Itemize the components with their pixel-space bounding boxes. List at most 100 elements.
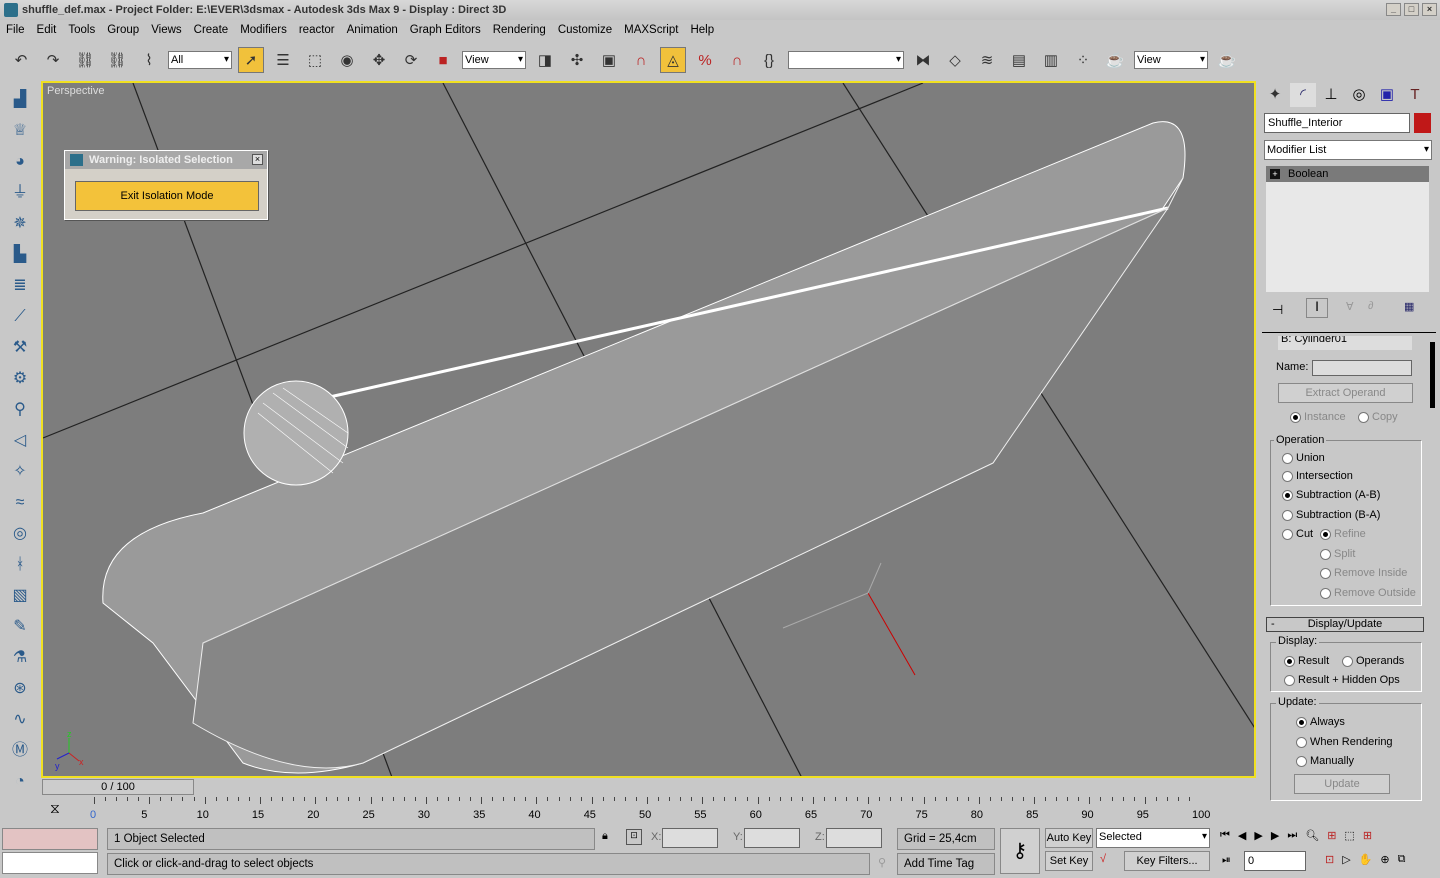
remove-outside-radio[interactable]: Remove Outside (1320, 586, 1416, 600)
add-time-tag[interactable]: Add Time Tag (897, 853, 995, 875)
split-radio[interactable]: Split (1320, 547, 1355, 561)
motion-tab-icon[interactable]: ◎ (1346, 83, 1372, 107)
ring-icon[interactable]: ◎ (8, 522, 32, 546)
camera-icon[interactable]: ▙ (8, 243, 32, 267)
maxscript-listener-mini[interactable] (2, 828, 98, 850)
menu-customize[interactable]: Customize (558, 24, 612, 36)
modify-tab-icon[interactable]: ◜ (1290, 83, 1316, 107)
operand-name-field[interactable] (1312, 360, 1412, 376)
link-icon[interactable]: ⛓ (72, 47, 98, 73)
key-mode-toggle-icon[interactable]: ⏯ (1222, 854, 1231, 867)
instance-radio[interactable]: Instance (1290, 410, 1346, 424)
menu-rendering[interactable]: Rendering (493, 24, 546, 36)
cut-radio[interactable]: Cut (1282, 527, 1313, 541)
auto-key-button[interactable]: Auto Key (1045, 828, 1093, 848)
menu-group[interactable]: Group (107, 24, 139, 36)
menu-animation[interactable]: Animation (347, 24, 398, 36)
edit-named-selection-icon[interactable]: {} (756, 47, 782, 73)
fish-icon[interactable]: ◁ (8, 429, 32, 453)
utility-icon[interactable]: ⊛ (8, 677, 32, 701)
union-radio[interactable]: Union (1282, 451, 1325, 465)
set-key-mode-key-icon[interactable]: ⚷ (1000, 828, 1040, 874)
align-icon[interactable]: ◇ (942, 47, 968, 73)
display-tab-icon[interactable]: ▣ (1374, 83, 1400, 107)
track-bar-icon[interactable]: ⧖ (50, 800, 60, 817)
menu-reactor[interactable]: reactor (299, 24, 335, 36)
panel-scrollbar[interactable] (1430, 342, 1435, 408)
lamp-icon[interactable]: ⏚ (8, 181, 32, 205)
close-button[interactable]: × (1422, 3, 1437, 16)
bind-space-warp-icon[interactable]: ⌇ (136, 47, 162, 73)
material-editor-icon[interactable]: ⁘ (1070, 47, 1096, 73)
y-coord-field[interactable] (744, 828, 800, 848)
move-icon[interactable]: ✥ (366, 47, 392, 73)
tools-icon[interactable]: ⚗ (8, 646, 32, 670)
maximize-button[interactable]: □ (1404, 3, 1419, 16)
ruler-icon[interactable]: ⟋ (8, 305, 32, 329)
stack-item-boolean[interactable]: + Boolean (1266, 166, 1429, 182)
object-color-swatch[interactable] (1414, 113, 1431, 133)
key-filters-button[interactable]: Key Filters... (1124, 851, 1210, 871)
object-icon[interactable]: ▟ (8, 88, 32, 112)
absolute-mode-icon[interactable]: ⊡ (626, 829, 642, 845)
menu-graph-editors[interactable]: Graph Editors (410, 24, 481, 36)
viewport-label[interactable]: Perspective (47, 85, 104, 97)
modifier-list-dropdown[interactable]: Modifier List (1264, 140, 1432, 160)
remove-modifier-icon[interactable]: ∂ (1368, 300, 1373, 312)
set-key-button[interactable]: Set Key (1045, 851, 1093, 871)
display-update-rollout-header[interactable]: - Display/Update (1266, 617, 1424, 632)
render-view-dropdown[interactable]: View (1134, 51, 1208, 69)
refine-radio[interactable]: Refine (1320, 527, 1366, 541)
remove-inside-radio[interactable]: Remove Inside (1320, 566, 1407, 580)
figure-icon[interactable]: ✵ (8, 212, 32, 236)
fov-icon[interactable]: ▷ (1342, 853, 1350, 866)
redo-icon[interactable]: ↷ (40, 47, 66, 73)
curve-editor-icon[interactable]: ▤ (1006, 47, 1032, 73)
lock-icon[interactable]: 🔒︎ (602, 830, 608, 843)
quick-render-icon[interactable]: ☕ (1214, 47, 1240, 73)
gauge-icon[interactable]: ◔ (8, 770, 32, 794)
menu-tools[interactable]: Tools (68, 24, 95, 36)
create-tab-icon[interactable]: ✦ (1262, 83, 1288, 107)
rotate-icon[interactable]: ⟳ (398, 47, 424, 73)
current-frame-field[interactable]: 0 (1244, 851, 1306, 871)
menu-edit[interactable]: Edit (37, 24, 57, 36)
wave-icon[interactable]: ≈ (8, 491, 32, 515)
rect-selection-icon[interactable]: ⬚ (302, 47, 328, 73)
exit-isolation-button[interactable]: Exit Isolation Mode (75, 181, 259, 211)
maxscript-input[interactable] (2, 852, 98, 874)
bone-icon[interactable]: ᚼ (8, 553, 32, 577)
time-slider[interactable]: 0 / 100 (42, 779, 194, 795)
biped-icon[interactable]: ✧ (8, 460, 32, 484)
close-icon[interactable]: × (252, 154, 263, 165)
key-tangent-icon[interactable]: √ (1100, 853, 1106, 865)
timeline-ruler[interactable]: 0 5 10 15 20 25 30 35 40 45 50 55 60 65 70 75 80 85 90 95 10… (90, 797, 1255, 825)
unlink-icon[interactable]: ⛓ (104, 47, 130, 73)
intersection-radio[interactable]: Intersection (1282, 469, 1353, 483)
select-object-icon[interactable]: ➚ (238, 47, 264, 73)
pin-stack-icon[interactable]: ⊣ (1272, 302, 1283, 318)
subtraction-ab-radio[interactable]: Subtraction (A-B) (1282, 488, 1380, 502)
zoom-extents-all-icon[interactable]: ⊞ (1363, 829, 1372, 842)
spline-icon[interactable]: ∿ (8, 708, 32, 732)
utilities-tab-icon[interactable]: T (1402, 83, 1428, 107)
wrench-icon[interactable]: ⚒ (8, 336, 32, 360)
angle-snap-icon[interactable]: ◬ (660, 47, 686, 73)
keyboard-shortcut-icon[interactable]: ▣ (596, 47, 622, 73)
zoom-extents-icon[interactable]: ⬚ (1344, 829, 1354, 842)
menu-maxscript[interactable]: MAXScript (624, 24, 678, 36)
copy-radio[interactable]: Copy (1358, 410, 1398, 424)
shirt-icon[interactable]: ♕ (8, 119, 32, 143)
goto-end-icon[interactable]: ⏭ (1287, 829, 1297, 842)
operands-radio[interactable]: Operands (1342, 654, 1404, 668)
pan-icon[interactable]: ✋ (1359, 853, 1373, 866)
mirror-icon[interactable]: ⧓ (910, 47, 936, 73)
when-rendering-radio[interactable]: When Rendering (1296, 735, 1393, 749)
play-icon[interactable]: ▶ (1254, 829, 1262, 842)
zoom-icon[interactable]: 🔍︎ (1305, 829, 1319, 842)
selection-filter-dropdown[interactable]: All (168, 51, 232, 69)
menu-views[interactable]: Views (151, 24, 181, 36)
select-by-name-icon[interactable]: ☰ (270, 47, 296, 73)
reference-coord-dropdown[interactable]: View (462, 51, 526, 69)
render-scene-icon[interactable]: ☕ (1102, 47, 1128, 73)
